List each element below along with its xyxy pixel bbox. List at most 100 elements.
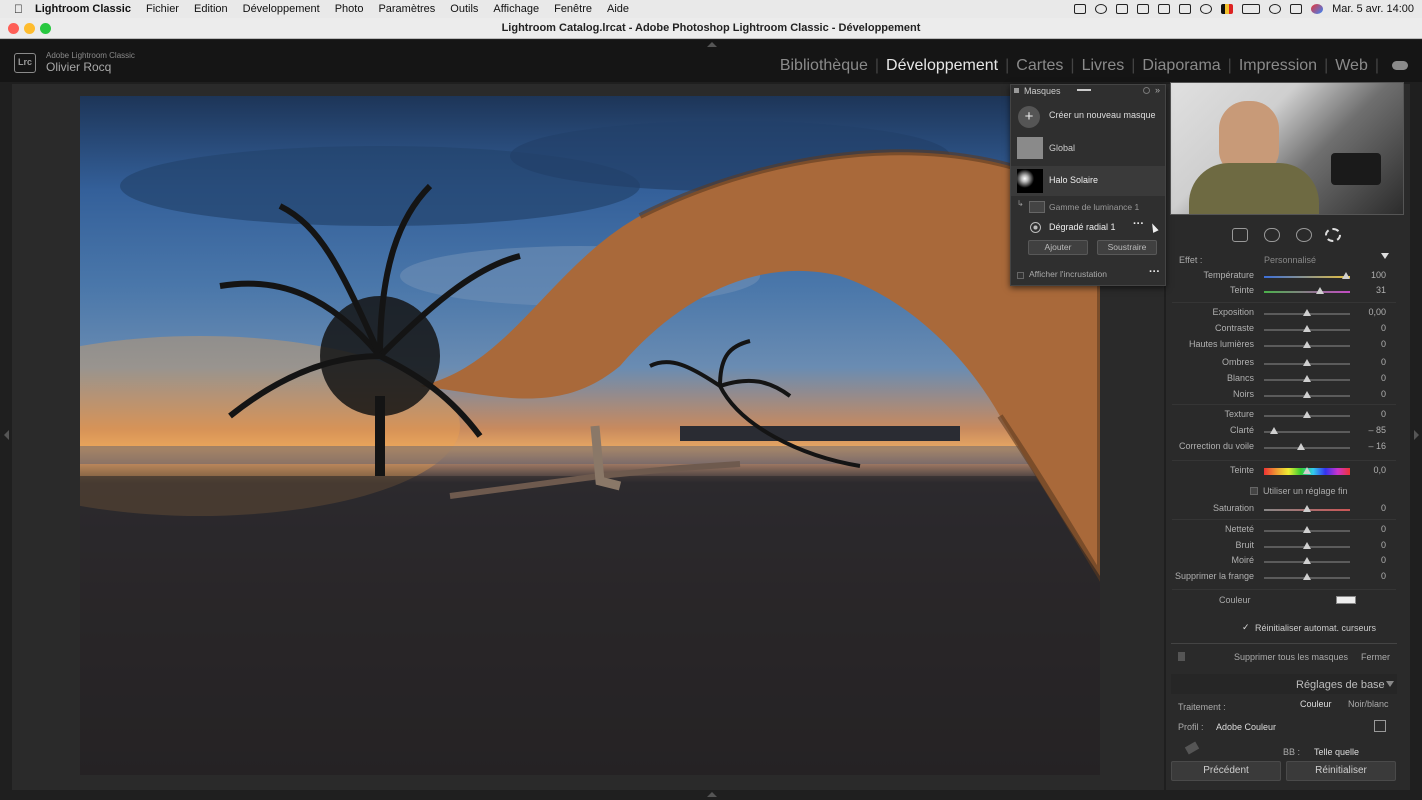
component-luminance-label[interactable]: Gamme de luminance 1: [1049, 202, 1139, 212]
component-more-icon[interactable]: ···: [1133, 218, 1144, 230]
treatment-bw-option[interactable]: Noir/blanc: [1348, 699, 1389, 709]
recorder-icon[interactable]: [1137, 4, 1150, 14]
delete-masks-icon[interactable]: [1178, 652, 1185, 661]
battery-icon[interactable]: [1242, 4, 1261, 14]
slider-knob[interactable]: [1303, 557, 1311, 564]
control-center-icon[interactable]: [1290, 4, 1303, 14]
masks-panel-grip-icon[interactable]: [1014, 88, 1019, 93]
slider-knob[interactable]: [1303, 359, 1311, 366]
menu-parametres[interactable]: Paramètres: [378, 3, 435, 15]
slider-value[interactable]: 0,00: [1368, 307, 1386, 317]
slider-knob[interactable]: [1303, 309, 1311, 316]
masking-icon[interactable]: [1325, 228, 1341, 242]
slider-value[interactable]: 0: [1381, 357, 1386, 367]
profile-dropdown[interactable]: Adobe Couleur: [1216, 722, 1276, 732]
menu-aide[interactable]: Aide: [607, 3, 629, 15]
crop-icon[interactable]: [1232, 228, 1248, 242]
slider-knob[interactable]: [1315, 287, 1324, 294]
red-eye-icon[interactable]: [1296, 228, 1312, 242]
slider-value[interactable]: 0: [1381, 540, 1386, 550]
create-mask-plus-icon[interactable]: +: [1018, 106, 1040, 128]
apple-menu-icon[interactable]: : [14, 2, 23, 16]
menu-affichage[interactable]: Affichage: [493, 3, 539, 15]
camera-icon[interactable]: [1074, 4, 1087, 14]
slider-value[interactable]: 0: [1381, 323, 1386, 333]
slider-knob[interactable]: [1303, 391, 1311, 398]
slider-knob[interactable]: [1341, 272, 1350, 279]
module-developpement[interactable]: Développement: [886, 57, 998, 75]
profile-browser-icon[interactable]: [1374, 720, 1386, 732]
slider-knob[interactable]: [1303, 325, 1311, 332]
slider-value[interactable]: 0: [1381, 339, 1386, 349]
masks-collapse-icon[interactable]: »: [1155, 85, 1160, 95]
slider-track[interactable]: [1264, 276, 1350, 278]
slider-value[interactable]: 100: [1371, 270, 1386, 280]
slider-value[interactable]: 0: [1381, 503, 1386, 513]
close-masks-button[interactable]: Fermer: [1361, 652, 1390, 662]
minimize-window-icon[interactable]: [24, 23, 35, 34]
module-impression[interactable]: Impression: [1239, 57, 1317, 75]
slider-value[interactable]: 0: [1381, 524, 1386, 534]
dropbox-icon[interactable]: [1116, 4, 1129, 14]
slider-knob[interactable]: [1303, 505, 1311, 512]
healing-icon[interactable]: [1264, 228, 1280, 242]
treatment-color-option[interactable]: Couleur: [1300, 699, 1332, 709]
radial-gradient-icon[interactable]: [1030, 222, 1041, 233]
slider-value[interactable]: – 85: [1368, 425, 1386, 435]
slider-value[interactable]: 0: [1381, 409, 1386, 419]
show-overlay-checkbox[interactable]: [1017, 272, 1024, 279]
menu-outils[interactable]: Outils: [450, 3, 478, 15]
top-panel-toggle-icon[interactable]: [707, 42, 717, 47]
headphones-icon[interactable]: [1200, 4, 1213, 14]
add-button[interactable]: Ajouter: [1028, 240, 1088, 255]
screen-mirror-icon[interactable]: [1179, 4, 1192, 14]
clock-text[interactable]: Mar. 5 avr. 14:00: [1332, 3, 1414, 15]
slider-knob[interactable]: [1296, 443, 1305, 450]
color-swatch[interactable]: [1336, 596, 1356, 604]
reset-button[interactable]: Réinitialiser: [1286, 761, 1396, 781]
create-mask-label[interactable]: Créer un nouveau masque: [1049, 110, 1156, 120]
slider-value[interactable]: 0,0: [1373, 465, 1386, 475]
delete-all-masks-button[interactable]: Supprimer tous les masques: [1234, 652, 1348, 662]
slider-value[interactable]: 0: [1381, 571, 1386, 581]
slider-value[interactable]: 0: [1381, 389, 1386, 399]
close-window-icon[interactable]: [8, 23, 19, 34]
clipboard-icon[interactable]: [1158, 4, 1171, 14]
fine-adjust-checkbox[interactable]: [1250, 487, 1258, 495]
mask-halo-label[interactable]: Halo Solaire: [1049, 175, 1098, 185]
previous-button[interactable]: Précédent: [1171, 761, 1281, 781]
menu-fenetre[interactable]: Fenêtre: [554, 3, 592, 15]
slider-knob[interactable]: [1303, 526, 1311, 533]
menu-fichier[interactable]: Fichier: [146, 3, 179, 15]
component-radial-label[interactable]: Dégradé radial 1: [1049, 222, 1116, 232]
module-livres[interactable]: Livres: [1082, 57, 1125, 75]
mask-halo-thumbnail[interactable]: [1017, 169, 1043, 193]
subtract-button[interactable]: Soustraire: [1097, 240, 1157, 255]
slider-value[interactable]: 31: [1376, 285, 1386, 295]
slider-value[interactable]: 0: [1381, 555, 1386, 565]
slider-knob[interactable]: [1270, 427, 1279, 434]
siri-icon[interactable]: [1311, 4, 1324, 14]
slider-knob[interactable]: [1303, 411, 1311, 418]
slider-track[interactable]: [1264, 291, 1350, 293]
slider-knob[interactable]: [1303, 375, 1311, 382]
menu-developpement[interactable]: Développement: [243, 3, 320, 15]
basic-panel-title[interactable]: Réglages de base: [1296, 679, 1385, 691]
menu-edition[interactable]: Edition: [194, 3, 228, 15]
left-panel-toggle-icon[interactable]: [4, 430, 9, 440]
slider-knob[interactable]: [1303, 467, 1311, 474]
slider-knob[interactable]: [1303, 542, 1311, 549]
effect-collapse-icon[interactable]: [1381, 253, 1389, 259]
wifi-icon[interactable]: [1269, 4, 1282, 14]
reset-sliders-checkbox[interactable]: ✓: [1242, 623, 1251, 632]
slider-knob[interactable]: [1303, 573, 1311, 580]
menu-photo[interactable]: Photo: [335, 3, 364, 15]
mask-global-label[interactable]: Global: [1049, 143, 1075, 153]
right-panel-toggle-icon[interactable]: [1414, 430, 1419, 440]
maximize-window-icon[interactable]: [40, 23, 51, 34]
overlay-more-icon[interactable]: ···: [1149, 266, 1160, 278]
bottom-panel-toggle-icon[interactable]: [707, 792, 717, 797]
slider-knob[interactable]: [1303, 341, 1311, 348]
slider-value[interactable]: – 16: [1368, 441, 1386, 451]
creative-cloud-icon[interactable]: [1095, 4, 1108, 14]
